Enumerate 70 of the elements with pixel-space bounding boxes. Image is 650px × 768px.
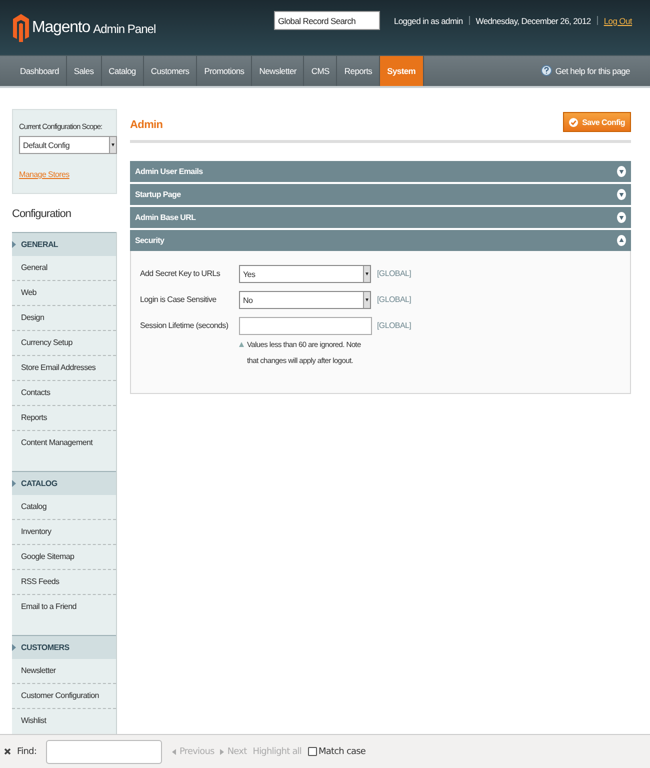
- nav-tab[interactable]: CMS: [304, 56, 338, 86]
- help-icon[interactable]: [541, 65, 552, 76]
- sidebar-item[interactable]: Reports: [12, 406, 116, 431]
- sidebar-item[interactable]: Email to a Friend: [12, 595, 116, 619]
- match-case-checkbox[interactable]: Match case: [308, 746, 366, 756]
- triangle-icon: [12, 480, 16, 487]
- select-field[interactable]: Yes: [239, 265, 371, 283]
- nav-tab[interactable]: Promotions: [197, 56, 252, 86]
- configuration-heading: Configuration: [12, 194, 117, 232]
- dropdown-arrow-icon[interactable]: [363, 266, 370, 282]
- login-status: Logged in as admin: [394, 16, 463, 26]
- dropdown-arrow-icon[interactable]: [109, 137, 116, 153]
- sidebar-item[interactable]: Web: [12, 281, 116, 306]
- sidebar-item[interactable]: Newsletter: [12, 659, 116, 684]
- sidebar-item[interactable]: Wishlist: [12, 709, 116, 733]
- find-field[interactable]: [46, 740, 162, 764]
- dropdown-arrow-icon[interactable]: [363, 292, 370, 308]
- global-search-field[interactable]: Global Record Search: [274, 11, 380, 30]
- section-header[interactable]: Admin User Emails: [130, 161, 631, 184]
- nav-tab[interactable]: Newsletter: [252, 56, 304, 86]
- note-icon: [239, 342, 244, 347]
- toggle-icon[interactable]: [617, 212, 626, 223]
- scope-select[interactable]: Default Config: [19, 136, 117, 154]
- group-header[interactable]: CATALOG: [12, 471, 116, 495]
- select-field[interactable]: No: [239, 291, 371, 309]
- section-header[interactable]: Security: [130, 230, 631, 253]
- close-icon[interactable]: [4, 748, 11, 755]
- section-header[interactable]: Admin Base URL: [130, 207, 631, 230]
- input-field[interactable]: [239, 317, 372, 335]
- section-header[interactable]: Startup Page: [130, 184, 631, 207]
- nav-tab[interactable]: Sales: [66, 56, 102, 86]
- nav-tab[interactable]: Customers: [144, 56, 198, 86]
- sidebar-item[interactable]: Google Sitemap: [12, 545, 116, 570]
- field-label: Add Secret Key to URLs: [140, 268, 222, 278]
- field-label: Session Lifetime (seconds): [140, 320, 230, 330]
- scope-tag: [GLOBAL]: [377, 291, 412, 304]
- triangle-icon: [12, 644, 16, 651]
- toggle-icon[interactable]: [617, 166, 626, 177]
- find-label: Find:: [17, 746, 36, 756]
- magento-logo[interactable]: Magento Admin Panel: [13, 14, 156, 42]
- checkmark-icon: [569, 118, 578, 126]
- group-header[interactable]: GENERAL: [12, 232, 116, 256]
- nav-tab[interactable]: Dashboard: [13, 56, 67, 86]
- right-triangle-icon: [220, 748, 224, 754]
- logo-subtitle: Admin Panel: [93, 22, 156, 36]
- help-link[interactable]: Get help for this page: [555, 66, 630, 76]
- current-date: Wednesday, December 26, 2012: [476, 16, 591, 26]
- sidebar-item[interactable]: Customer Configuration: [12, 684, 116, 709]
- sidebar-item[interactable]: Store Email Addresses: [12, 356, 116, 381]
- sidebar-item[interactable]: Inventory: [12, 520, 116, 545]
- left-triangle-icon: [172, 748, 176, 754]
- sidebar-item[interactable]: Content Management: [12, 431, 116, 455]
- group-header[interactable]: CUSTOMERS: [12, 635, 116, 659]
- scope-tag: [GLOBAL]: [377, 317, 412, 330]
- scope-tag: [GLOBAL]: [377, 265, 412, 278]
- field-label: Login is Case Sensitive: [140, 294, 218, 304]
- logo-text: Magento: [32, 18, 90, 36]
- sidebar-item[interactable]: Design: [12, 306, 116, 331]
- triangle-icon: [12, 241, 16, 248]
- sidebar-item[interactable]: General: [12, 256, 116, 281]
- toggle-icon[interactable]: [617, 235, 626, 246]
- logout-link[interactable]: Log Out: [604, 16, 632, 26]
- sidebar-item[interactable]: Contacts: [12, 381, 116, 406]
- sidebar-item[interactable]: Currency Setup: [12, 331, 116, 356]
- page-title: Admin: [130, 119, 163, 131]
- toggle-icon[interactable]: [617, 189, 626, 200]
- logo-icon: [13, 14, 29, 42]
- nav-tab[interactable]: Catalog: [102, 56, 144, 86]
- sidebar-item[interactable]: Catalog: [12, 495, 116, 520]
- sidebar-item[interactable]: RSS Feeds: [12, 570, 116, 595]
